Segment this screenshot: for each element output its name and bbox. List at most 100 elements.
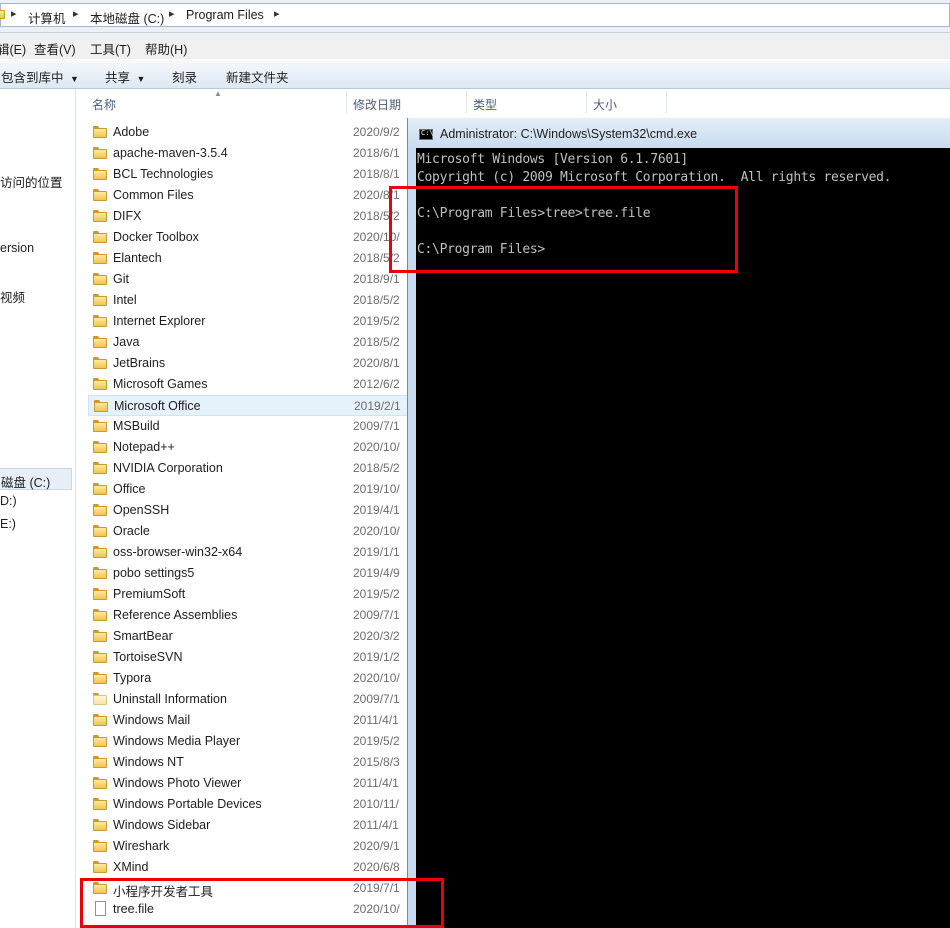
file-row[interactable]: Notepad++ 2020/10/ <box>88 437 410 458</box>
dropdown-arrow-icon: ▼ <box>70 74 79 84</box>
folder-icon <box>94 400 108 412</box>
nav-item-recent-places[interactable]: 访问的位置 <box>0 172 63 191</box>
file-date-modified: 2018/5/2 <box>353 335 400 349</box>
file-name: Internet Explorer <box>113 314 206 328</box>
sort-ascending-icon: ▲ <box>214 89 222 98</box>
file-row[interactable]: OpenSSH 2019/4/1 <box>88 500 410 521</box>
file-row[interactable]: XMind 2020/6/8 <box>88 857 410 878</box>
column-divider[interactable] <box>346 91 347 113</box>
menu-edit[interactable]: 辑(E) <box>0 39 26 58</box>
file-date-modified: 2009/7/1 <box>353 419 400 433</box>
file-row[interactable]: PremiumSoft 2019/5/2 <box>88 584 410 605</box>
navigation-pane: 访问的位置 ersion 视频 磁盘 (C:) D:) E:) <box>0 89 76 928</box>
file-row[interactable]: Docker Toolbox 2020/10/ <box>88 227 410 248</box>
file-row[interactable]: Oracle 2020/10/ <box>88 521 410 542</box>
file-name: Windows Sidebar <box>113 818 211 832</box>
file-date-modified: 2019/10/ <box>353 482 400 496</box>
file-row[interactable]: TortoiseSVN 2019/1/2 <box>88 647 410 668</box>
chevron-right-icon[interactable]: ▸ <box>169 7 175 20</box>
column-header-date-modified[interactable]: 修改日期 <box>353 96 401 113</box>
file-row[interactable]: Windows Mail 2011/4/1 <box>88 710 410 731</box>
file-date-modified: 2012/6/2 <box>353 377 400 391</box>
file-row[interactable]: Windows Sidebar 2011/4/1 <box>88 815 410 836</box>
file-row[interactable]: SmartBear 2020/3/2 <box>88 626 410 647</box>
file-name: Git <box>113 272 129 286</box>
breadcrumb-computer[interactable]: 计算机 <box>28 8 66 27</box>
file-row[interactable]: apache-maven-3.5.4 2018/6/1 <box>88 143 410 164</box>
file-row[interactable]: Common Files 2020/8/1 <box>88 185 410 206</box>
menu-tools[interactable]: 工具(T) <box>90 39 131 58</box>
cmd-title-bar[interactable]: C:\ Administrator: C:\Windows\System32\c… <box>408 118 950 148</box>
chevron-right-icon[interactable]: ▸ <box>11 7 17 20</box>
file-name: DIFX <box>113 209 142 223</box>
file-row[interactable]: MSBuild 2009/7/1 <box>88 416 410 437</box>
file-row[interactable]: JetBrains 2020/8/1 <box>88 353 410 374</box>
column-divider[interactable] <box>666 91 667 113</box>
file-row[interactable]: Reference Assemblies 2009/7/1 <box>88 605 410 626</box>
menu-help[interactable]: 帮助(H) <box>145 39 187 58</box>
folder-icon <box>93 861 107 873</box>
file-row[interactable]: DIFX 2018/5/2 <box>88 206 410 227</box>
chevron-right-icon[interactable]: ▸ <box>73 7 79 20</box>
file-name: OpenSSH <box>113 503 170 517</box>
file-row[interactable]: Intel 2018/5/2 <box>88 290 410 311</box>
folder-icon <box>93 819 107 831</box>
file-row[interactable]: Uninstall Information 2009/7/1 <box>88 689 410 710</box>
folder-icon <box>93 252 107 264</box>
breadcrumb-c-drive[interactable]: 本地磁盘 (C:) <box>90 8 164 27</box>
share-button[interactable]: 共享 ▼ <box>105 67 145 86</box>
file-name: Oracle <box>113 524 150 538</box>
nav-item-d-drive[interactable]: D:) <box>0 494 17 508</box>
file-name: Microsoft Office <box>114 399 201 413</box>
file-row[interactable]: pobo settings5 2019/4/9 <box>88 563 410 584</box>
chevron-right-icon[interactable]: ▸ <box>274 7 280 20</box>
file-name: SmartBear <box>113 629 173 643</box>
column-header-size[interactable]: 大小 <box>593 96 617 113</box>
file-name: Wireshark <box>113 839 170 853</box>
file-row[interactable]: Windows Portable Devices 2010/11/ <box>88 794 410 815</box>
address-field[interactable]: ▸ 计算机 ▸ 本地磁盘 (C:) ▸ Program Files ▸ <box>0 3 950 27</box>
folder-icon <box>93 525 107 537</box>
address-bar: ▸ 计算机 ▸ 本地磁盘 (C:) ▸ Program Files ▸ <box>0 0 950 33</box>
file-row[interactable]: Microsoft Games 2012/6/2 <box>88 374 410 395</box>
file-name: Reference Assemblies <box>113 608 238 622</box>
file-row[interactable]: Internet Explorer 2019/5/2 <box>88 311 410 332</box>
nav-item-e-drive[interactable]: E:) <box>0 517 16 531</box>
column-divider[interactable] <box>586 91 587 113</box>
burn-button[interactable]: 刻录 <box>172 67 197 86</box>
menu-view[interactable]: 查看(V) <box>34 39 76 58</box>
column-divider[interactable] <box>466 91 467 113</box>
file-date-modified: 2015/8/3 <box>353 755 400 769</box>
file-row[interactable]: Microsoft Office 2019/2/1 <box>88 395 410 416</box>
file-name: MSBuild <box>113 419 160 433</box>
file-row[interactable]: NVIDIA Corporation 2018/5/2 <box>88 458 410 479</box>
file-date-modified: 2018/8/1 <box>353 167 400 181</box>
column-header-name[interactable]: 名称 <box>92 96 116 113</box>
column-header-type[interactable]: 类型 <box>473 96 497 113</box>
new-folder-button[interactable]: 新建文件夹 <box>226 67 289 86</box>
include-in-library-button[interactable]: 包含到库中 ▼ <box>1 67 79 86</box>
file-date-modified: 2011/4/1 <box>353 776 399 790</box>
nav-item-version[interactable]: ersion <box>0 241 34 255</box>
file-name: BCL Technologies <box>113 167 214 181</box>
file-row[interactable]: Wireshark 2020/9/1 <box>88 836 410 857</box>
nav-item-videos[interactable]: 视频 <box>0 287 25 306</box>
file-row[interactable]: Windows Photo Viewer 2011/4/1 <box>88 773 410 794</box>
breadcrumb-program-files[interactable]: Program Files <box>186 8 264 22</box>
file-row[interactable]: Adobe 2020/9/2 <box>88 122 410 143</box>
file-row[interactable]: BCL Technologies 2018/8/1 <box>88 164 410 185</box>
file-date-modified: 2019/5/2 <box>353 587 400 601</box>
file-row[interactable]: Elantech 2018/5/2 <box>88 248 410 269</box>
file-row[interactable]: Git 2018/9/1 <box>88 269 410 290</box>
file-name: Uninstall Information <box>113 692 227 706</box>
file-date-modified: 2019/4/9 <box>353 566 400 580</box>
file-row[interactable]: Office 2019/10/ <box>88 479 410 500</box>
file-row[interactable]: Windows Media Player 2019/5/2 <box>88 731 410 752</box>
nav-item-c-drive[interactable]: 磁盘 (C:) <box>0 468 72 490</box>
file-name: pobo settings5 <box>113 566 195 580</box>
file-name: Adobe <box>113 125 150 139</box>
file-row[interactable]: Windows NT 2015/8/3 <box>88 752 410 773</box>
file-row[interactable]: oss-browser-win32-x64 2019/1/1 <box>88 542 410 563</box>
file-row[interactable]: Java 2018/5/2 <box>88 332 410 353</box>
file-row[interactable]: Typora 2020/10/ <box>88 668 410 689</box>
